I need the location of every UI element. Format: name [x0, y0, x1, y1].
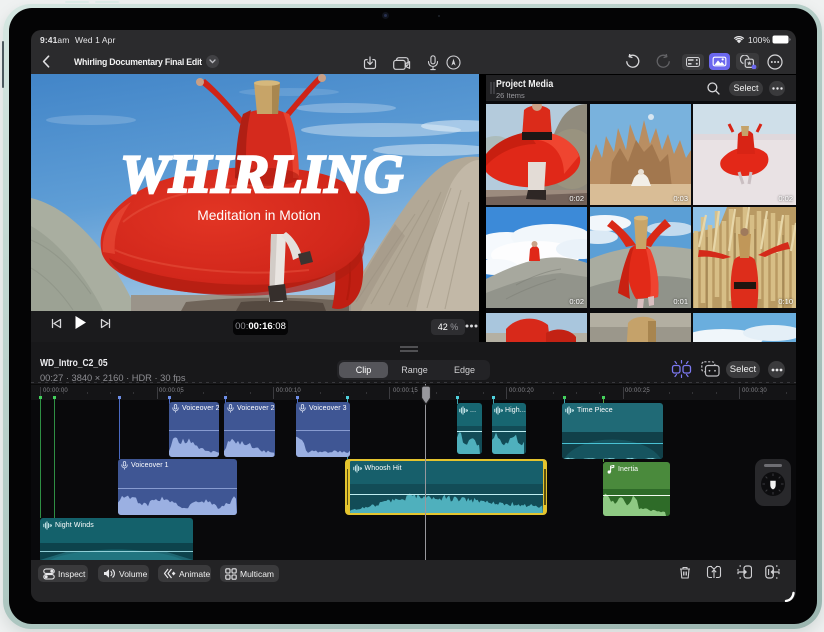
svg-text:WHIRLING: WHIRLING: [120, 144, 403, 204]
svg-text:Meditation in Motion: Meditation in Motion: [197, 208, 320, 223]
